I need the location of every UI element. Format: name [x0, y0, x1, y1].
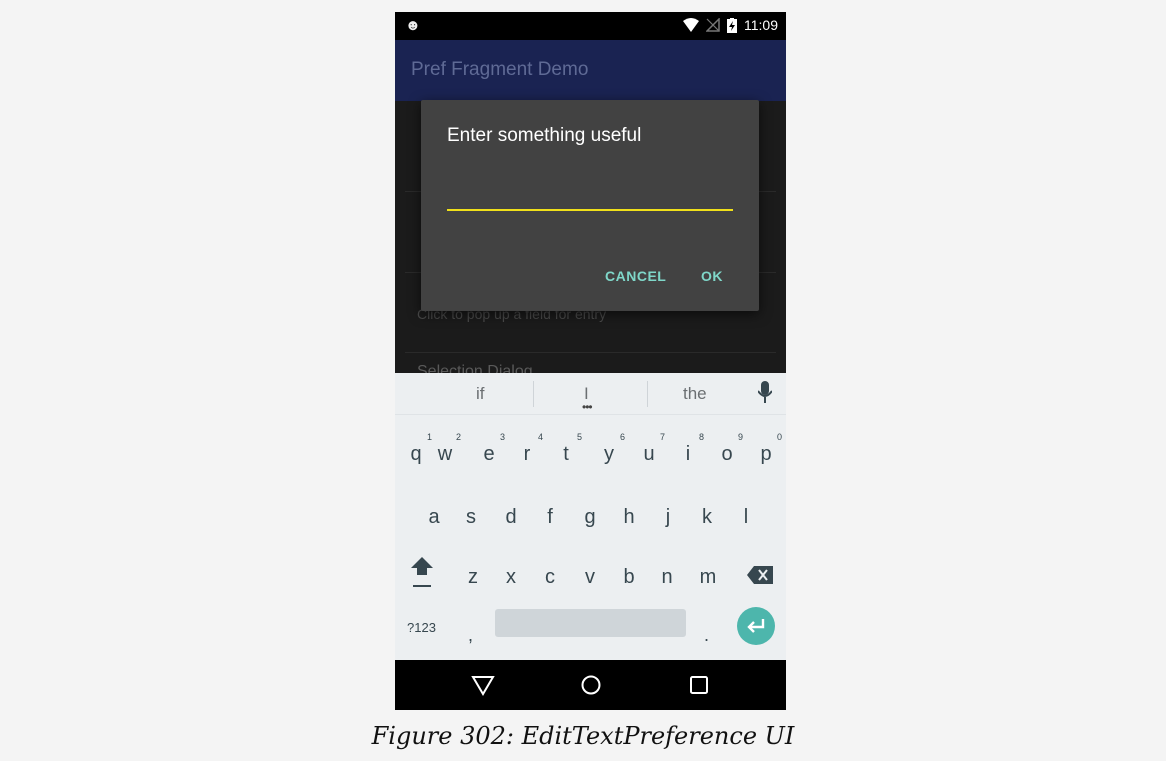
no-signal-icon: [706, 18, 720, 32]
suggestion-item[interactable]: the: [683, 384, 707, 404]
status-time: 11:09: [744, 17, 778, 33]
key-label: o: [721, 443, 733, 465]
cancel-button[interactable]: CANCEL: [605, 268, 666, 284]
ok-button[interactable]: OK: [701, 268, 723, 284]
dialog-title: Enter something useful: [447, 125, 642, 146]
key-f[interactable]: f: [536, 506, 564, 529]
key-hint: 0: [776, 432, 782, 442]
wifi-icon: [683, 18, 699, 32]
android-icon: ☻: [405, 17, 421, 34]
key-w[interactable]: w2: [431, 432, 461, 466]
key-label: t: [563, 443, 569, 465]
key-hint: 4: [537, 432, 543, 442]
app-title: Pref Fragment Demo: [411, 59, 589, 80]
home-icon[interactable]: [578, 672, 604, 698]
status-bar: ☻ 11:09: [395, 12, 786, 40]
key-i[interactable]: i8: [674, 432, 704, 466]
key-e[interactable]: e3: [475, 432, 505, 466]
key-q[interactable]: q1: [402, 432, 432, 466]
key-hint: 2: [455, 432, 461, 442]
suggestion-item[interactable]: if: [476, 384, 485, 404]
period-key[interactable]: .: [704, 625, 709, 646]
divider: [405, 352, 776, 353]
key-hint: 3: [499, 432, 505, 442]
key-r[interactable]: r4: [513, 432, 543, 466]
soft-keyboard: if I ••• the q1 w2 e3 r4 t5 y6 u7 i8 o9 …: [395, 373, 786, 660]
key-t[interactable]: t5: [552, 432, 582, 466]
microphone-icon[interactable]: [758, 381, 772, 405]
key-z[interactable]: z: [459, 566, 487, 589]
key-v[interactable]: v: [576, 566, 604, 589]
key-c[interactable]: c: [536, 566, 564, 589]
key-y[interactable]: y6: [595, 432, 625, 466]
key-hint: 9: [737, 432, 743, 442]
more-suggestions-icon[interactable]: •••: [582, 400, 593, 414]
key-p[interactable]: p0: [752, 432, 782, 466]
shift-icon[interactable]: [411, 557, 433, 589]
key-h[interactable]: h: [615, 506, 643, 529]
key-hint: 7: [659, 432, 665, 442]
key-label: w: [437, 443, 453, 465]
divider: [533, 381, 534, 407]
key-label: y: [604, 443, 614, 465]
key-n[interactable]: n: [653, 566, 681, 589]
key-l[interactable]: l: [732, 506, 760, 529]
edit-text-dialog: Enter something useful CANCEL OK: [421, 100, 759, 311]
dialog-text-input[interactable]: [447, 170, 733, 206]
key-hint: 8: [698, 432, 704, 442]
figure-caption: Figure 302: EditTextPreference UI: [371, 722, 795, 750]
key-o[interactable]: o9: [713, 432, 743, 466]
key-label: u: [643, 443, 655, 465]
key-x[interactable]: x: [497, 566, 525, 589]
navigation-bar: [395, 660, 786, 710]
key-m[interactable]: m: [694, 566, 722, 589]
phone-screen: ☻ 11:09 Pref Fragment Demo Click to pop …: [395, 12, 786, 710]
key-label: q: [410, 443, 422, 465]
comma-key[interactable]: ,: [468, 625, 473, 646]
key-a[interactable]: a: [420, 506, 448, 529]
key-u[interactable]: u7: [635, 432, 665, 466]
key-hint: 6: [619, 432, 625, 442]
key-k[interactable]: k: [693, 506, 721, 529]
symbols-key[interactable]: ?123: [407, 620, 436, 635]
enter-button[interactable]: [737, 607, 775, 645]
key-label: r: [523, 443, 531, 465]
recents-icon[interactable]: [686, 672, 712, 698]
key-g[interactable]: g: [576, 506, 604, 529]
key-hint: 1: [426, 432, 432, 442]
key-label: e: [483, 443, 495, 465]
app-bar: Pref Fragment Demo: [395, 40, 786, 101]
key-d[interactable]: d: [497, 506, 525, 529]
key-b[interactable]: b: [615, 566, 643, 589]
enter-icon: [747, 619, 765, 633]
divider: [647, 381, 648, 407]
key-label: i: [685, 443, 691, 465]
key-hint: 5: [576, 432, 582, 442]
key-j[interactable]: j: [654, 506, 682, 529]
battery-charging-icon: [727, 17, 737, 33]
backspace-icon[interactable]: [747, 566, 773, 584]
key-label: p: [760, 443, 772, 465]
suggestion-strip: if I ••• the: [395, 373, 786, 415]
key-s[interactable]: s: [457, 506, 485, 529]
back-icon[interactable]: [470, 672, 496, 698]
spacebar[interactable]: [495, 609, 686, 637]
input-underline: [447, 209, 733, 211]
